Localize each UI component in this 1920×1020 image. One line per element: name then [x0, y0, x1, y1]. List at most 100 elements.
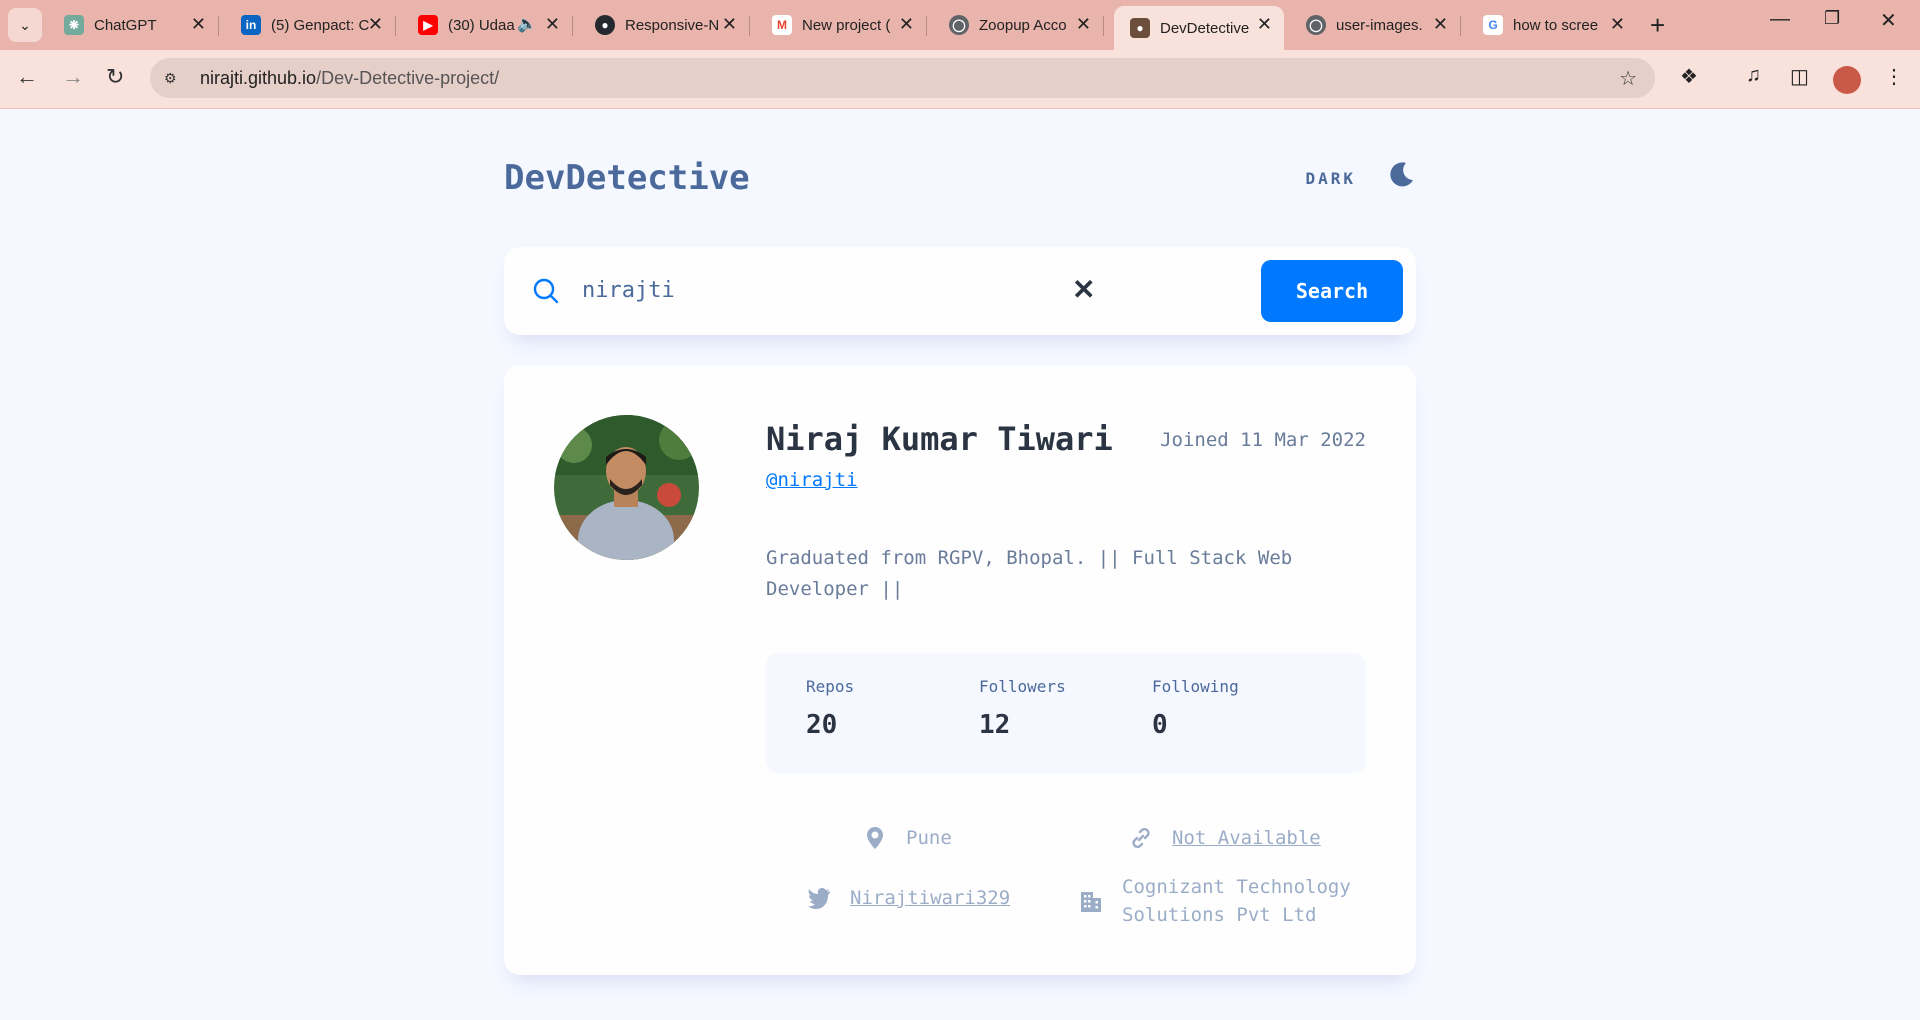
spy-icon: ● — [1130, 18, 1150, 38]
link-icon — [1132, 827, 1150, 849]
stat-label: Repos — [806, 677, 855, 696]
stat-value: 0 — [1152, 710, 1168, 740]
tab-search-button[interactable]: ⌄ — [8, 8, 42, 42]
stats-panel: Repos 20 Followers 12 Following 0 — [766, 653, 1366, 773]
close-icon[interactable]: ✕ — [368, 14, 383, 35]
browser-toolbar: ← → ↻ ⚙ nirajti.github.io/Dev-Detective-… — [0, 50, 1920, 109]
stat-label: Followers — [979, 677, 1066, 696]
tab-title: how to scree — [1513, 16, 1599, 34]
browser-tab[interactable]: ◯ user-images. ✕ — [1290, 6, 1461, 44]
tab-title: (5) Genpact: C — [271, 16, 370, 34]
stat-followers: Followers 12 — [979, 677, 1066, 740]
close-icon[interactable]: ✕ — [1257, 14, 1272, 35]
stat-value: 20 — [806, 710, 838, 740]
website-info: Not Available — [1128, 825, 1321, 851]
side-panel-icon[interactable]: ◫ — [1790, 64, 1809, 89]
extensions-icon[interactable]: ❖ — [1680, 64, 1698, 89]
company-text: Cognizant Technology Solutions Pvt Ltd — [1122, 876, 1351, 926]
avatar-photo — [554, 415, 699, 560]
location-info: Pune — [862, 825, 952, 851]
search-icon — [533, 278, 559, 304]
github-icon: ● — [595, 15, 615, 35]
browser-tab-strip: ⌄ ❋ ChatGPT ✕ in (5) Genpact: C ✕ ▶ (30)… — [0, 0, 1920, 50]
url-path: /Dev-Detective-project/ — [316, 67, 500, 88]
close-icon[interactable]: ✕ — [722, 14, 737, 35]
tab-title: (30) Udaa — [448, 16, 515, 34]
tab-title: DevDetective — [1160, 19, 1250, 37]
media-control-icon[interactable]: ♫ — [1746, 64, 1761, 87]
twitter-icon — [808, 888, 830, 909]
user-handle-link[interactable]: @nirajti — [766, 469, 858, 491]
search-button[interactable]: Search — [1261, 260, 1403, 322]
back-arrow-icon[interactable]: ← — [16, 64, 38, 90]
window-close-icon[interactable]: ✕ — [1880, 8, 1897, 33]
search-bar: ✕ Search — [504, 247, 1416, 335]
close-icon[interactable]: ✕ — [191, 14, 206, 35]
tab-separator — [218, 16, 219, 36]
url-text: nirajti.github.io/Dev-Detective-project/ — [200, 68, 499, 89]
profile-avatar-icon[interactable] — [1833, 66, 1861, 94]
chatgpt-icon: ❋ — [64, 15, 84, 35]
browser-tab-active[interactable]: ● DevDetective ✕ — [1114, 6, 1284, 50]
tab-title: Responsive-N — [625, 16, 720, 34]
twitter-link[interactable]: Nirajtiwari329 — [850, 887, 1010, 909]
browser-tab[interactable]: ◯ Zoopup Acco ✕ — [933, 6, 1104, 44]
site-settings-icon[interactable]: ⚙ — [164, 70, 188, 87]
browser-tab[interactable]: in (5) Genpact: C ✕ — [225, 6, 396, 44]
stat-value: 12 — [979, 710, 1011, 740]
linkedin-icon: in — [241, 15, 261, 35]
browser-tab[interactable]: ❋ ChatGPT ✕ — [48, 6, 219, 44]
browser-tab[interactable]: ▶ (30) Udaa 🔈 ✕ — [402, 6, 573, 44]
clear-search-icon[interactable]: ✕ — [1072, 273, 1095, 306]
stat-label: Following — [1152, 677, 1239, 696]
tab-separator — [395, 16, 396, 36]
tab-separator — [1460, 16, 1461, 36]
bookmark-star-icon[interactable]: ☆ — [1619, 66, 1637, 91]
brand-title: DevDetective — [504, 158, 750, 198]
tab-title: New project ( — [802, 16, 891, 34]
moon-icon[interactable] — [1386, 160, 1416, 190]
speaker-icon[interactable]: 🔈 — [517, 14, 537, 34]
tab-title: user-images. — [1336, 16, 1423, 34]
restore-icon[interactable]: ❐ — [1824, 8, 1840, 29]
minimize-icon[interactable]: — — [1770, 8, 1790, 31]
location-text: Pune — [906, 827, 952, 849]
user-avatar — [554, 415, 699, 560]
browser-menu-icon[interactable]: ⋮ — [1884, 64, 1904, 89]
google-icon: G — [1483, 15, 1503, 35]
gmail-icon: M — [772, 15, 792, 35]
forward-arrow-icon[interactable]: → — [62, 64, 84, 90]
chevron-down-icon: ⌄ — [19, 16, 31, 33]
twitter-info: Nirajtiwari329 — [806, 885, 1010, 911]
user-full-name: Niraj Kumar Tiwari — [766, 420, 1113, 458]
globe-icon: ◯ — [949, 15, 969, 35]
browser-tab[interactable]: M New project ( ✕ — [756, 6, 927, 44]
close-icon[interactable]: ✕ — [545, 14, 560, 35]
globe-icon: ◯ — [1306, 15, 1326, 35]
joined-date: Joined 11 Mar 2022 — [1160, 429, 1366, 451]
stat-repos: Repos 20 — [806, 677, 854, 740]
tab-separator — [926, 16, 927, 36]
youtube-icon: ▶ — [418, 15, 438, 35]
theme-toggle-label[interactable]: DARK — [1305, 169, 1356, 188]
user-bio: Graduated from RGPV, Bhopal. || Full Sta… — [766, 547, 1293, 600]
browser-tab[interactable]: G how to scree ✕ — [1467, 6, 1637, 44]
company-info: Cognizant Technology Solutions Pvt Ltd — [1078, 873, 1362, 929]
search-input[interactable] — [580, 277, 984, 304]
location-pin-icon — [867, 827, 883, 849]
close-icon[interactable]: ✕ — [899, 14, 914, 35]
reload-icon[interactable]: ↻ — [106, 64, 124, 90]
tab-title: Zoopup Acco — [979, 16, 1067, 34]
profile-card: Niraj Kumar Tiwari Joined 11 Mar 2022 @n… — [504, 365, 1416, 975]
new-tab-icon[interactable]: + — [1650, 10, 1665, 41]
website-link[interactable]: Not Available — [1172, 827, 1321, 849]
tab-separator — [572, 16, 573, 36]
browser-tab[interactable]: ● Responsive-N ✕ — [579, 6, 750, 44]
close-icon[interactable]: ✕ — [1610, 14, 1625, 35]
tab-separator — [1103, 16, 1104, 36]
address-bar[interactable]: ⚙ nirajti.github.io/Dev-Detective-projec… — [150, 58, 1655, 98]
close-icon[interactable]: ✕ — [1433, 14, 1448, 35]
url-host: nirajti.github.io — [200, 67, 317, 88]
tab-separator — [749, 16, 750, 36]
close-icon[interactable]: ✕ — [1076, 14, 1091, 35]
